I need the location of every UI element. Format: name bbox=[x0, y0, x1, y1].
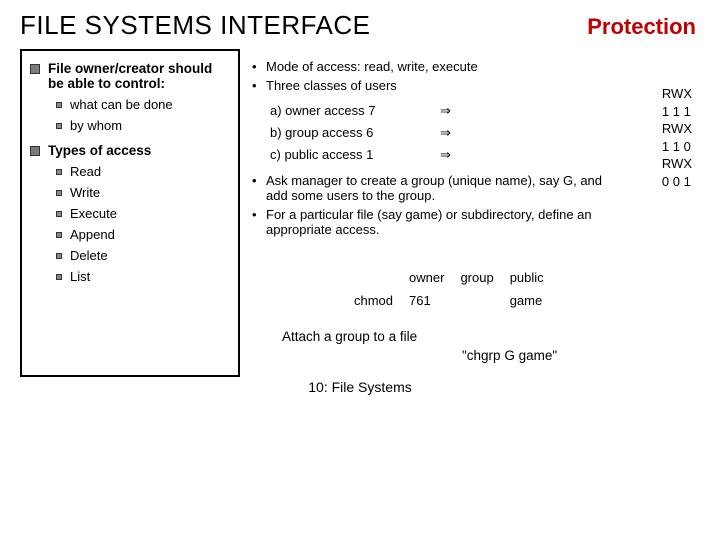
arrow-icon: ⇒ bbox=[440, 147, 451, 163]
chgrp-command: "chgrp G game" bbox=[462, 348, 696, 363]
public-access-label: c) public access bbox=[270, 147, 362, 162]
rwx-column: RWX 1 1 1 RWX 1 1 0 RWX 0 0 1 bbox=[662, 85, 692, 190]
owner-access-value: 7 bbox=[368, 103, 375, 118]
type-list: List bbox=[70, 269, 90, 284]
type-execute: Execute bbox=[70, 206, 117, 221]
type-write: Write bbox=[70, 185, 100, 200]
arrow-icon: ⇒ bbox=[440, 103, 451, 119]
bullet-icon: • bbox=[252, 173, 266, 203]
perm-header-owner: owner bbox=[409, 267, 458, 288]
section-heading: Protection bbox=[587, 14, 696, 40]
left-panel: File owner/creator should be able to con… bbox=[20, 49, 240, 377]
perm-cmd: chmod bbox=[354, 290, 407, 311]
rwx-owner: 1 1 1 bbox=[662, 103, 692, 121]
left-sub-whatdone: what can be done bbox=[70, 97, 173, 112]
public-access-value: 1 bbox=[366, 147, 373, 162]
attach-group-text: Attach a group to a file bbox=[282, 329, 696, 344]
arrow-icon: ⇒ bbox=[440, 125, 451, 141]
page-title: FILE SYSTEMS INTERFACE bbox=[20, 10, 371, 41]
owner-access-label: a) owner access bbox=[270, 103, 365, 118]
group-access-value: 6 bbox=[366, 125, 373, 140]
access-examples: a) owner access 7 ⇒ b) group access 6 ⇒ … bbox=[270, 103, 696, 163]
right-classes: Three classes of users bbox=[266, 78, 397, 93]
bullet-icon: • bbox=[252, 59, 266, 74]
bullet-icon: • bbox=[252, 207, 266, 237]
type-read: Read bbox=[70, 164, 101, 179]
rwx-header: RWX bbox=[662, 155, 692, 173]
permission-table: owner group public chmod 761 game bbox=[352, 265, 560, 313]
perm-mode: 761 bbox=[409, 290, 508, 311]
rwx-public: 0 0 1 bbox=[662, 173, 692, 191]
square-bullet-icon bbox=[56, 102, 62, 108]
right-mode-of-access: Mode of access: read, write, execute bbox=[266, 59, 478, 74]
perm-header-public: public bbox=[510, 267, 558, 288]
right-ask-manager: Ask manager to create a group (unique na… bbox=[266, 173, 626, 203]
square-bullet-icon bbox=[56, 232, 62, 238]
square-bullet-icon bbox=[56, 190, 62, 196]
type-delete: Delete bbox=[70, 248, 108, 263]
rwx-header: RWX bbox=[662, 85, 692, 103]
square-bullet-icon bbox=[30, 146, 40, 156]
type-append: Append bbox=[70, 227, 115, 242]
rwx-group: 1 1 0 bbox=[662, 138, 692, 156]
perm-header-group: group bbox=[460, 267, 507, 288]
square-bullet-icon bbox=[56, 211, 62, 217]
square-bullet-icon bbox=[56, 123, 62, 129]
perm-file: game bbox=[510, 290, 558, 311]
bullet-icon: • bbox=[252, 78, 266, 93]
group-access-label: b) group access bbox=[270, 125, 363, 140]
left-heading-control: File owner/creator should be able to con… bbox=[48, 61, 230, 91]
square-bullet-icon bbox=[30, 64, 40, 74]
rwx-header: RWX bbox=[662, 120, 692, 138]
right-define-access: For a particular file (say game) or subd… bbox=[266, 207, 646, 237]
square-bullet-icon bbox=[56, 253, 62, 259]
left-sub-bywhom: by whom bbox=[70, 118, 122, 133]
square-bullet-icon bbox=[56, 169, 62, 175]
left-heading-types: Types of access bbox=[48, 143, 151, 158]
slide-footer: 10: File Systems bbox=[20, 379, 700, 395]
right-panel: RWX 1 1 1 RWX 1 1 0 RWX 0 0 1 •Mode of a… bbox=[240, 49, 700, 377]
square-bullet-icon bbox=[56, 274, 62, 280]
